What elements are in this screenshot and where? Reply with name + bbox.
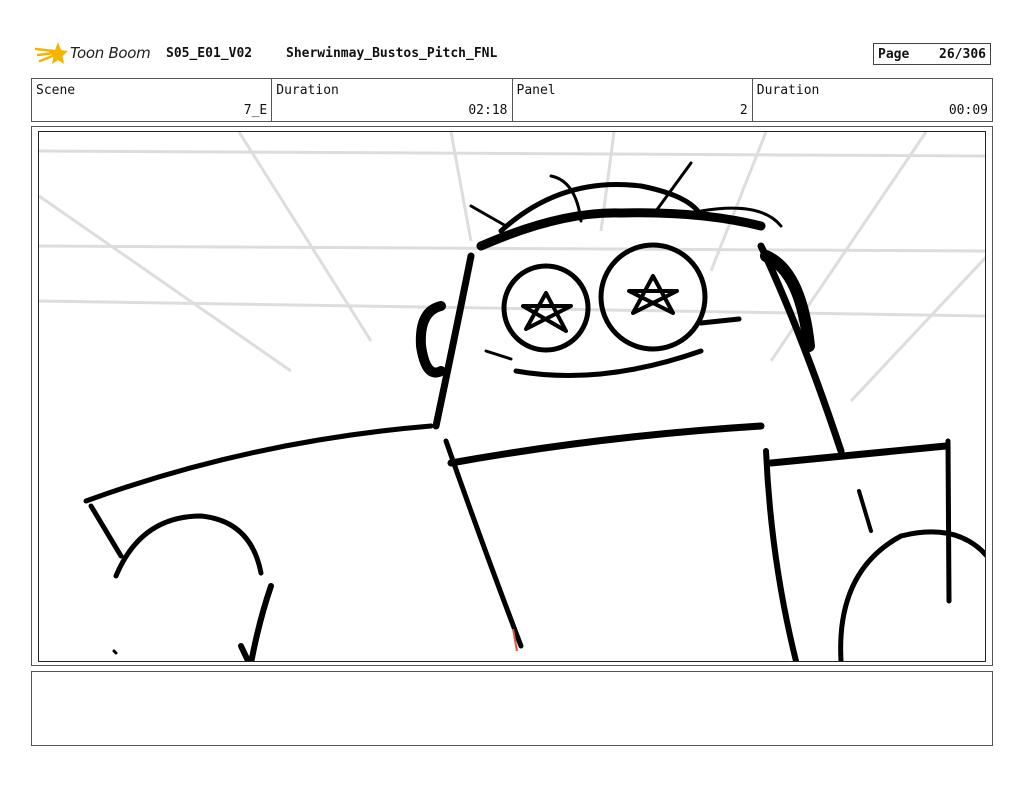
panel-label: Panel (516, 83, 556, 98)
logo-text: Toon Boom (70, 44, 151, 62)
panel-cell: Panel 2 (513, 79, 753, 121)
logo-star-icon (34, 42, 68, 64)
page-value: 26/306 (939, 46, 986, 62)
perspective-guides (39, 132, 985, 403)
panel-notes-box (31, 671, 993, 746)
panel-value: 2 (739, 103, 748, 118)
scene-label: Scene (36, 83, 76, 98)
project-title: S05_E01_V02 (166, 46, 253, 61)
storyboard-panel (38, 131, 986, 662)
file-title: Sherwinmay_Bustos_Pitch_FNL (286, 46, 498, 61)
scene-duration-label: Duration (276, 83, 339, 98)
toon-boom-logo: Toon Boom (34, 38, 151, 68)
panel-duration-value: 00:09 (948, 103, 988, 118)
panel-info-row: Scene 7_E Duration 02:18 Panel 2 Duratio… (31, 78, 993, 122)
scene-cell: Scene 7_E (32, 79, 273, 121)
character-sketch (83, 161, 985, 661)
page-indicator: Page 26/306 (873, 43, 991, 65)
scene-duration-value: 02:18 (468, 103, 508, 118)
page-label: Page (878, 46, 910, 62)
scene-duration-cell: Duration 02:18 (272, 79, 513, 121)
panel-duration-label: Duration (756, 83, 820, 98)
storyboard-sketch (39, 132, 985, 661)
panel-duration-cell: Duration 00:09 (753, 79, 992, 121)
scene-value: 7_E (243, 103, 268, 118)
